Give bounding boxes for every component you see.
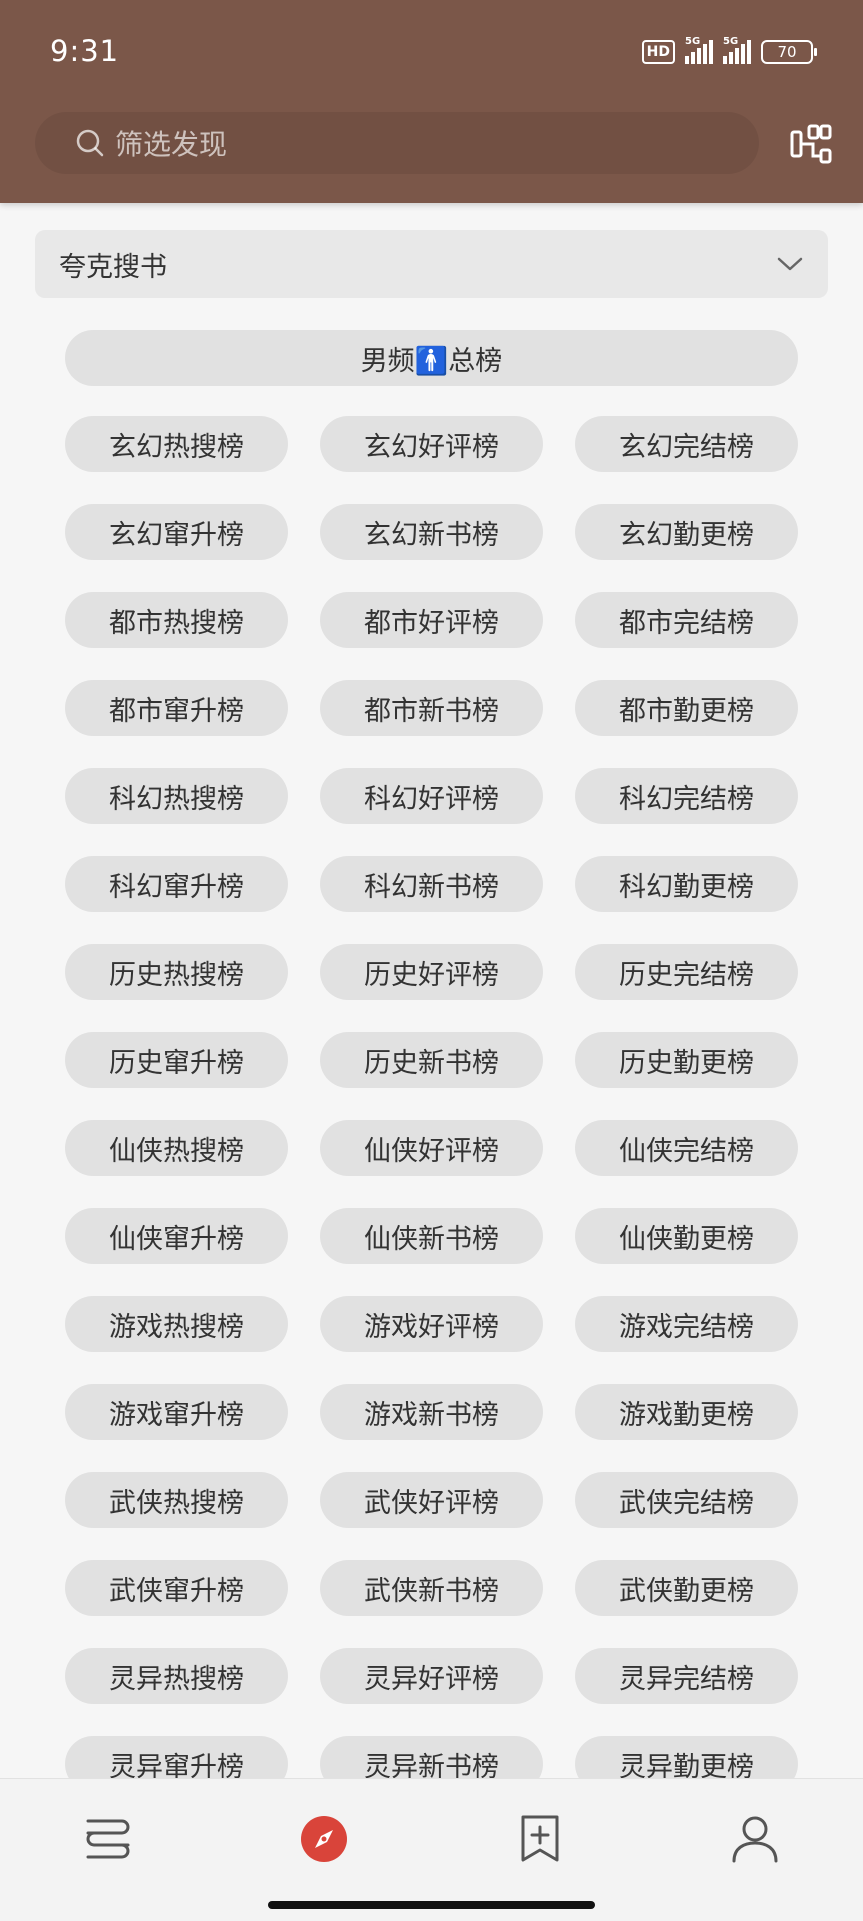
chevron-down-icon [776, 250, 804, 278]
ranking-chip[interactable]: 历史勤更榜 [575, 1032, 798, 1088]
ranking-chip[interactable]: 都市热搜榜 [65, 592, 288, 648]
ranking-chip[interactable]: 游戏窜升榜 [65, 1384, 288, 1440]
ranking-chip[interactable]: 玄幻热搜榜 [65, 416, 288, 472]
ranking-chip[interactable]: 都市好评榜 [320, 592, 543, 648]
ranking-chip[interactable]: 游戏好评榜 [320, 1296, 543, 1352]
ranking-chip[interactable]: 科幻完结榜 [575, 768, 798, 824]
compass-icon [301, 1816, 347, 1862]
search-placeholder: 筛选发现 [115, 128, 228, 161]
ranking-chip[interactable]: 灵异好评榜 [320, 1648, 543, 1704]
ranking-chip[interactable]: 历史新书榜 [320, 1032, 543, 1088]
ranking-chip[interactable]: 玄幻勤更榜 [575, 504, 798, 560]
ranking-chip[interactable]: 游戏热搜榜 [65, 1296, 288, 1352]
ranking-chip[interactable]: 科幻新书榜 [320, 856, 543, 912]
ranking-chip[interactable]: 游戏勤更榜 [575, 1384, 798, 1440]
ranking-chip[interactable]: 武侠热搜榜 [65, 1472, 288, 1528]
ranking-chip[interactable]: 武侠好评榜 [320, 1472, 543, 1528]
ranking-chip[interactable]: 灵异热搜榜 [65, 1648, 288, 1704]
ranking-chip[interactable]: 玄幻完结榜 [575, 416, 798, 472]
ranking-chip[interactable]: 武侠完结榜 [575, 1472, 798, 1528]
ranking-chip[interactable]: 仙侠完结榜 [575, 1120, 798, 1176]
ranking-chip[interactable]: 历史好评榜 [320, 944, 543, 1000]
ranking-chip[interactable]: 武侠窜升榜 [65, 1560, 288, 1616]
ranking-chip-total[interactable]: 男频🚹总榜 [65, 330, 798, 386]
ranking-chip[interactable]: 科幻勤更榜 [575, 856, 798, 912]
ranking-chip-grid: 玄幻热搜榜 玄幻好评榜 玄幻完结榜玄幻窜升榜 玄幻新书榜 玄幻勤更榜都市热搜榜 都市好评榜… [65, 416, 798, 1792]
ranking-chip[interactable]: 玄幻新书榜 [320, 504, 543, 560]
ranking-chip[interactable]: 历史完结榜 [575, 944, 798, 1000]
ranking-chip[interactable]: 灵异完结榜 [575, 1648, 798, 1704]
ranking-chip[interactable]: 历史热搜榜 [65, 944, 288, 1000]
ranking-chip[interactable]: 历史窜升榜 [65, 1032, 288, 1088]
ranking-chip[interactable]: 武侠勤更榜 [575, 1560, 798, 1616]
ranking-chip[interactable]: 仙侠好评榜 [320, 1120, 543, 1176]
nav-discover[interactable] [294, 1809, 354, 1869]
nav-bookmarks[interactable] [510, 1809, 570, 1869]
nav-profile[interactable] [725, 1809, 785, 1869]
top-app-bar: 9:31 HD 5G 5G 70 筛选发现 [0, 0, 863, 203]
ranking-chip[interactable]: 科幻好评榜 [320, 768, 543, 824]
ranking-chip[interactable]: 玄幻好评榜 [320, 416, 543, 472]
ranking-chip[interactable]: 科幻窜升榜 [65, 856, 288, 912]
status-time: 9:31 [50, 34, 120, 68]
battery-indicator: 70 [761, 40, 817, 64]
ranking-chip[interactable]: 都市窜升榜 [65, 680, 288, 736]
source-selected-value: 夸克搜书 [59, 251, 167, 283]
bookmark-add-icon [521, 1815, 559, 1862]
search-icon [75, 128, 105, 158]
search-input[interactable]: 筛选发现 [35, 112, 759, 174]
ranking-chip[interactable]: 都市勤更榜 [575, 680, 798, 736]
hd-badge: HD [641, 40, 675, 64]
nav-bookshelf[interactable] [78, 1809, 138, 1869]
ranking-chip[interactable]: 仙侠新书榜 [320, 1208, 543, 1264]
scan-button[interactable] [789, 122, 833, 166]
ranking-chip[interactable]: 玄幻窜升榜 [65, 504, 288, 560]
signal-sim2-label: 5G [723, 36, 739, 47]
scan-icon [790, 124, 832, 164]
ranking-chip[interactable]: 仙侠窜升榜 [65, 1208, 288, 1264]
signal-sim1-label: 5G [685, 36, 701, 47]
ranking-chip[interactable]: 都市新书榜 [320, 680, 543, 736]
ranking-chip[interactable]: 都市完结榜 [575, 592, 798, 648]
status-icons: HD 5G 5G 70 [641, 36, 817, 66]
ranking-chip[interactable]: 武侠新书榜 [320, 1560, 543, 1616]
bookshelf-icon [86, 1819, 130, 1859]
ranking-chip[interactable]: 游戏新书榜 [320, 1384, 543, 1440]
person-icon [732, 1816, 778, 1863]
bottom-navigation [0, 1778, 863, 1921]
ranking-chip[interactable]: 仙侠勤更榜 [575, 1208, 798, 1264]
ranking-chip[interactable]: 仙侠热搜榜 [65, 1120, 288, 1176]
ranking-chip[interactable]: 科幻热搜榜 [65, 768, 288, 824]
signal-sim1-icon: 5G [685, 36, 713, 64]
source-dropdown[interactable]: 夸克搜书 [35, 230, 828, 298]
signal-sim2-icon: 5G [723, 36, 751, 64]
ranking-chip[interactable]: 游戏完结榜 [575, 1296, 798, 1352]
home-indicator[interactable] [268, 1901, 595, 1909]
